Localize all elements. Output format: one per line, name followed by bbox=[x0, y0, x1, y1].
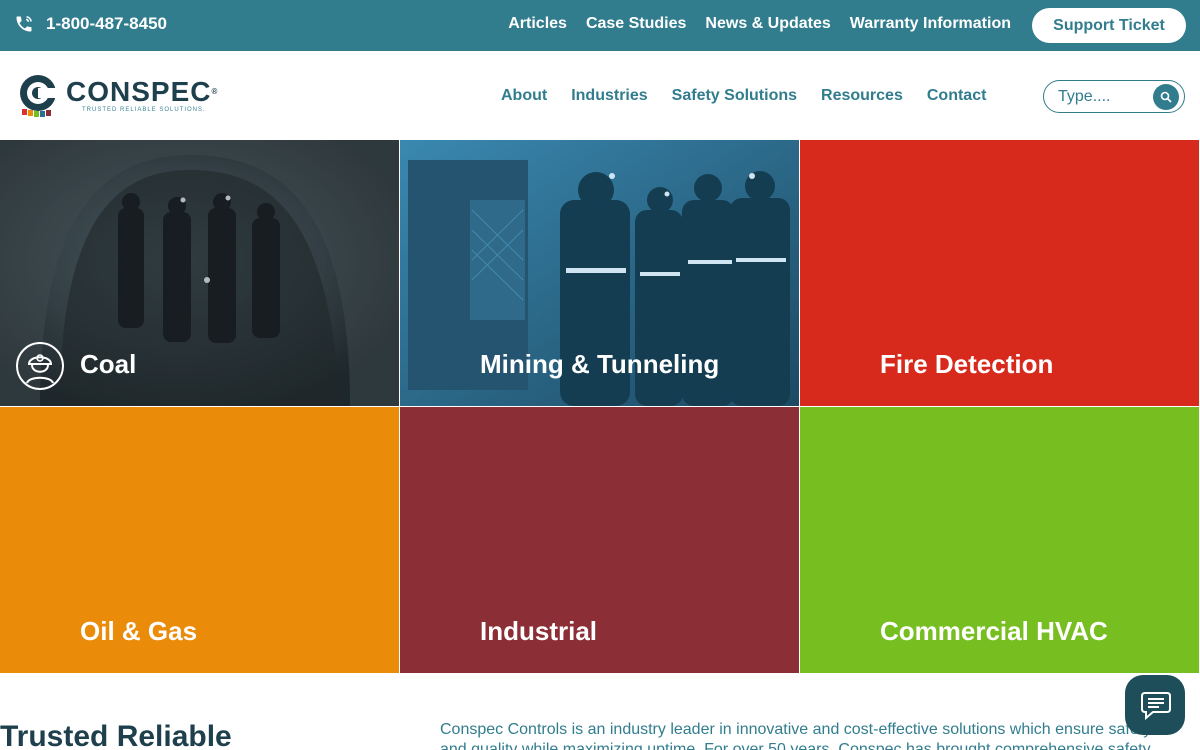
nav-industries[interactable]: Industries bbox=[571, 87, 647, 105]
logo[interactable]: CONSPEC® TRUSTED RELIABLE SOLUTIONS. bbox=[16, 73, 218, 117]
logo-tagline: TRUSTED RELIABLE SOLUTIONS. bbox=[82, 106, 206, 113]
nav-safety-solutions[interactable]: Safety Solutions bbox=[672, 87, 797, 105]
chat-icon bbox=[1141, 692, 1171, 721]
top-links: Articles Case Studies News & Updates War… bbox=[508, 15, 1011, 33]
industry-grid: Coal Mining & Tunneling Fire Detection O… bbox=[0, 140, 1200, 673]
tile-label: Fire Detection bbox=[880, 349, 1054, 379]
search-input[interactable] bbox=[1058, 86, 1148, 108]
top-link-articles[interactable]: Articles bbox=[508, 15, 567, 33]
top-utility-bar: 1-800-487-8450 Articles Case Studies New… bbox=[0, 0, 1200, 51]
tile-label: Mining & Tunneling bbox=[480, 349, 720, 379]
main-header: CONSPEC® TRUSTED RELIABLE SOLUTIONS. Abo… bbox=[0, 51, 1200, 140]
support-ticket-button[interactable]: Support Ticket bbox=[1032, 8, 1186, 43]
main-nav: About Industries Safety Solutions Resour… bbox=[501, 87, 986, 105]
tile-coal[interactable]: Coal bbox=[0, 140, 399, 406]
tile-label: Oil & Gas bbox=[80, 616, 198, 646]
logo-text: CONSPEC® TRUSTED RELIABLE SOLUTIONS. bbox=[66, 75, 219, 113]
phone-link[interactable]: 1-800-487-8450 bbox=[14, 14, 167, 34]
search-button[interactable] bbox=[1153, 84, 1179, 110]
logo-word: CONSPEC® bbox=[66, 75, 219, 107]
nav-about[interactable]: About bbox=[501, 87, 547, 105]
tile-industrial[interactable]: Industrial bbox=[400, 407, 799, 673]
tile-label: Industrial bbox=[480, 616, 598, 646]
tile-mining-tunneling[interactable]: Mining & Tunneling bbox=[400, 140, 799, 406]
phone-icon bbox=[16, 16, 32, 32]
tile-label: Coal bbox=[80, 349, 137, 379]
tile-fire-detection[interactable]: Fire Detection bbox=[800, 140, 1199, 406]
chat-button[interactable] bbox=[1125, 675, 1185, 735]
logo-mark-icon bbox=[20, 75, 58, 117]
search-box bbox=[1043, 80, 1185, 113]
miner-helmet-icon bbox=[16, 342, 64, 390]
tile-label: Commercial HVAC bbox=[880, 616, 1108, 646]
top-link-case-studies[interactable]: Case Studies bbox=[586, 15, 686, 33]
top-link-warranty[interactable]: Warranty Information bbox=[850, 15, 1011, 33]
top-link-news-updates[interactable]: News & Updates bbox=[705, 15, 830, 33]
tile-commercial-hvac[interactable]: Commercial HVAC bbox=[800, 407, 1199, 673]
nav-resources[interactable]: Resources bbox=[821, 87, 903, 105]
nav-contact[interactable]: Contact bbox=[927, 87, 987, 105]
tile-oil-gas[interactable]: Oil & Gas bbox=[0, 407, 399, 673]
intro-text: Conspec Controls is an industry leader i… bbox=[440, 721, 1151, 750]
search-icon bbox=[1160, 91, 1172, 103]
intro-heading: Trusted Reliable bbox=[0, 720, 232, 750]
phone-number: 1-800-487-8450 bbox=[46, 14, 167, 33]
